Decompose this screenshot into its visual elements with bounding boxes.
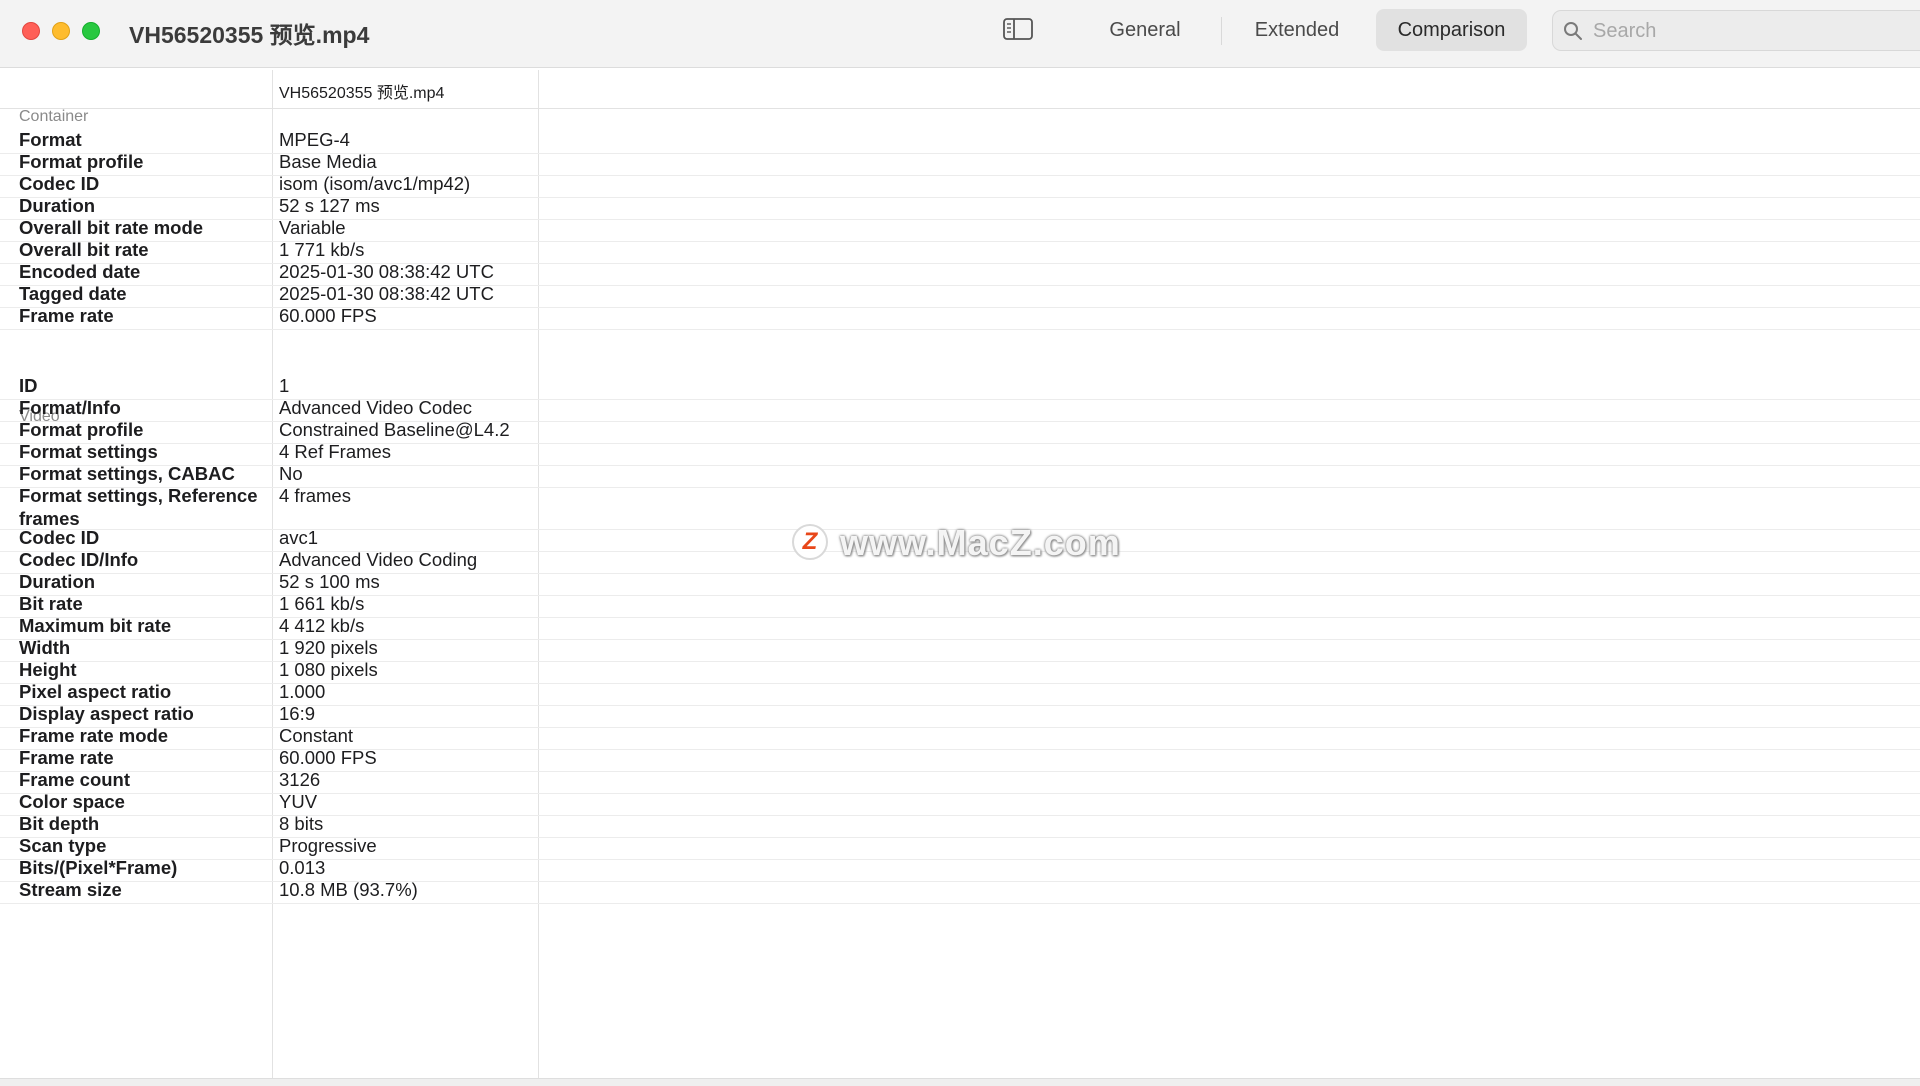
row-value: 16:9: [279, 703, 316, 724]
close-window-button[interactable]: [22, 22, 40, 40]
minimize-window-button[interactable]: [52, 22, 70, 40]
row-label: Bits/(Pixel*Frame): [19, 857, 178, 878]
tab-extended[interactable]: Extended: [1237, 9, 1357, 51]
row-value: 2025-01-30 08:38:42 UTC: [279, 283, 494, 304]
row-label: Frame rate: [19, 747, 114, 768]
row-value: 1: [279, 375, 290, 396]
row-label: Bit depth: [19, 813, 100, 834]
row-value: Constrained Baseline@L4.2: [279, 419, 510, 440]
row-label: Height: [19, 659, 77, 680]
row-label: Format settings: [19, 441, 158, 462]
row-label: Color space: [19, 791, 125, 812]
row-label: Format settings, CABAC: [19, 463, 235, 484]
row-label: Pixel aspect ratio: [19, 681, 172, 702]
row-label: Codec ID: [19, 527, 100, 548]
zoom-window-button[interactable]: [82, 22, 100, 40]
search-icon: [1564, 22, 1582, 40]
sidebar-toggle-icon[interactable]: [1003, 18, 1033, 40]
row-label: Codec ID/Info: [19, 549, 139, 570]
row-value: 1 920 pixels: [279, 637, 378, 658]
row-label: Codec ID: [19, 173, 100, 194]
search-input[interactable]: [1593, 15, 1913, 47]
table-header-row: VH56520355 预览.mp4: [0, 70, 1920, 109]
row-value: 8 bits: [279, 813, 324, 834]
row-label: Overall bit rate: [19, 239, 149, 260]
row-label: Stream size: [19, 879, 122, 900]
row-label: Overall bit rate mode: [19, 217, 204, 238]
row-value: Variable: [279, 217, 346, 238]
row-value: No: [279, 463, 303, 484]
tab-divider: [1221, 17, 1222, 45]
section-label-container: Container: [19, 108, 89, 125]
row-label: Frame rate: [19, 305, 114, 326]
row-label: Width: [19, 637, 71, 658]
watermark-text: www.MacZ.com: [840, 522, 1121, 563]
row-value: MPEG-4: [279, 129, 350, 150]
row-value: 3126: [279, 769, 321, 790]
row-value: Advanced Video Coding: [279, 549, 478, 570]
row-value: 10.8 MB (93.7%): [279, 879, 418, 900]
row-value: 52 s 127 ms: [279, 195, 380, 216]
comparison-table: VH56520355 预览.mp4 Container Format MPEG-4…: [0, 70, 1920, 1080]
row-value: Base Media: [279, 151, 377, 172]
table-row: Frame rate 60.000 FPS: [0, 305, 1920, 330]
row-value: 52 s 100 ms: [279, 571, 380, 592]
window-title: VH56520355 预览.mp4: [129, 22, 370, 48]
row-label: Display aspect ratio: [19, 703, 194, 724]
row-value: 4 Ref Frames: [279, 441, 392, 462]
row-value: 1.000: [279, 681, 326, 702]
row-label: Bit rate: [19, 593, 83, 614]
row-label: Format profile: [19, 151, 144, 172]
row-value: 0.013: [279, 857, 326, 878]
row-label: Tagged date: [19, 283, 127, 304]
row-value: isom (isom/avc1/mp42): [279, 173, 471, 194]
row-label: Format settings, Reference frames: [19, 485, 258, 529]
search-field[interactable]: [1552, 10, 1920, 51]
row-value: 2025-01-30 08:38:42 UTC: [279, 261, 494, 282]
row-value: 1 771 kb/s: [279, 239, 365, 260]
row-value: avc1: [279, 527, 319, 548]
watermark-logo-icon: Z: [792, 524, 828, 560]
row-label: Format/Info: [19, 397, 121, 418]
row-label: Frame count: [19, 769, 131, 790]
row-value: 1 661 kb/s: [279, 593, 365, 614]
row-value: Progressive: [279, 835, 377, 856]
row-value: Advanced Video Codec: [279, 397, 473, 418]
row-value: 60.000 FPS: [279, 747, 377, 768]
table-row: Stream size 10.8 MB (93.7%): [0, 879, 1920, 904]
tab-general[interactable]: General: [1085, 9, 1205, 51]
row-label: ID: [19, 375, 38, 396]
row-value: YUV: [279, 791, 318, 812]
row-value: 60.000 FPS: [279, 305, 377, 326]
bottom-bar: [0, 1078, 1920, 1086]
tab-comparison[interactable]: Comparison: [1376, 9, 1527, 51]
row-label: Format profile: [19, 419, 144, 440]
row-label: Duration: [19, 571, 96, 592]
row-label: Scan type: [19, 835, 107, 856]
row-label: Frame rate mode: [19, 725, 169, 746]
row-label: Encoded date: [19, 261, 141, 282]
row-value: Constant: [279, 725, 354, 746]
row-value: 4 frames: [279, 485, 351, 506]
row-label: Format: [19, 129, 82, 150]
row-label: Duration: [19, 195, 96, 216]
row-label: Maximum bit rate: [19, 615, 172, 636]
row-value: 1 080 pixels: [279, 659, 378, 680]
column-header-file-name: VH56520355 预览.mp4: [279, 85, 445, 102]
row-value: 4 412 kb/s: [279, 615, 365, 636]
title-bar: VH56520355 预览.mp4 General Extended Compa…: [0, 0, 1920, 68]
